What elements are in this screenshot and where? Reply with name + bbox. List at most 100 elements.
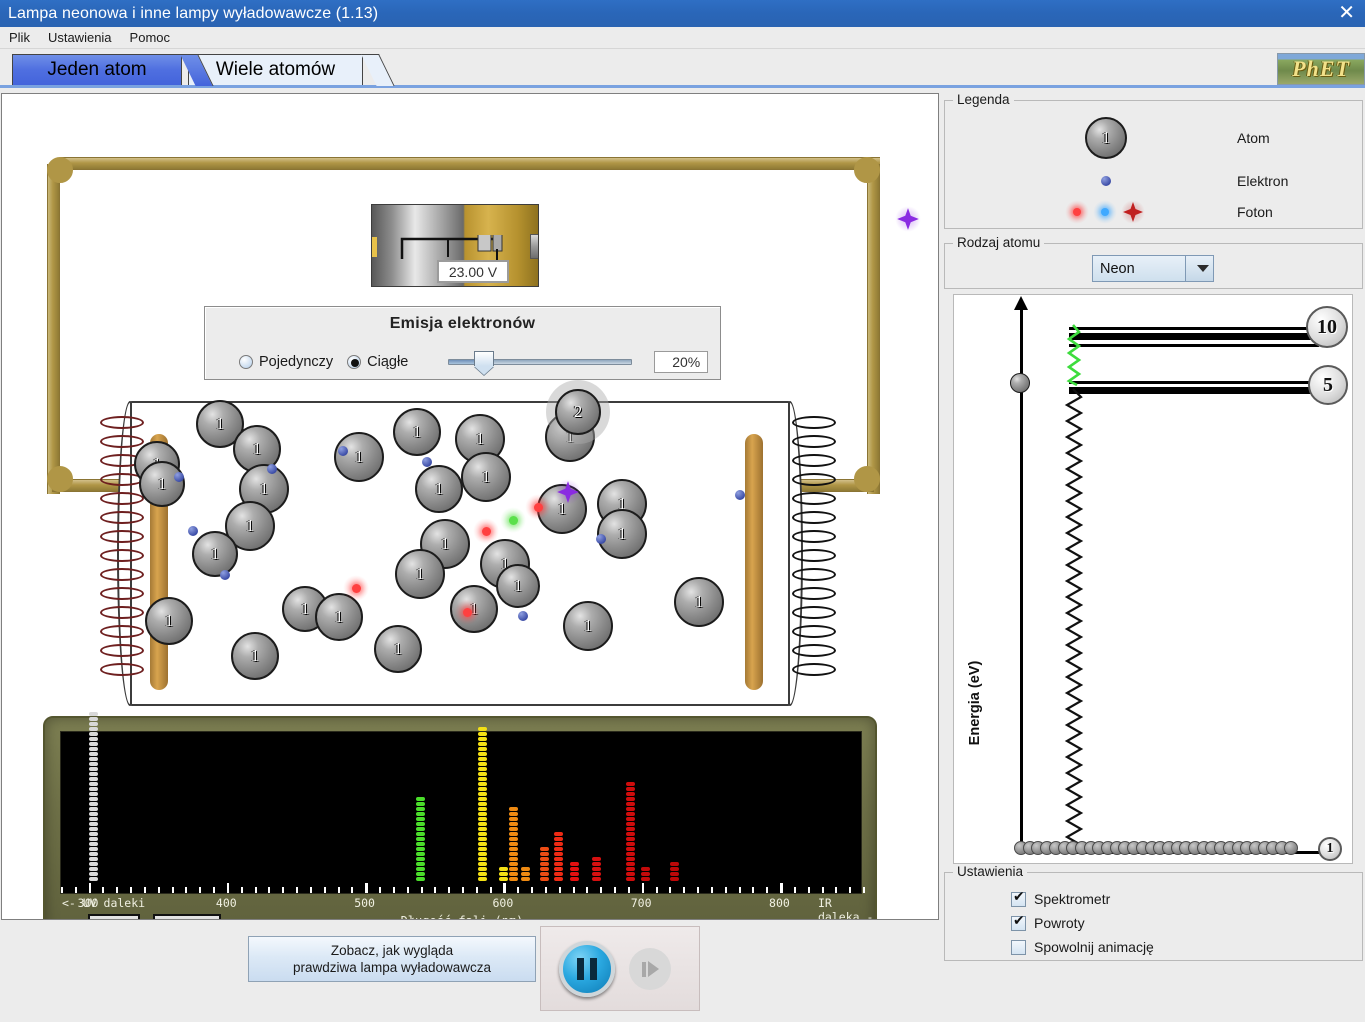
spectrometer-minor-tick (116, 887, 119, 893)
electron (174, 472, 184, 482)
spectrometer-minor-tick (434, 887, 437, 893)
chevron-down-icon[interactable] (1185, 256, 1213, 281)
atom[interactable]: 1 (597, 509, 647, 559)
spectrometer-minor-tick (766, 887, 769, 893)
spectrometer-axis-labels: <- UV daleki IR daleka -> 30040050060070… (60, 896, 880, 919)
checkbox-spowolnij-animacje[interactable] (1011, 939, 1026, 955)
step-forward-button[interactable] (629, 948, 671, 990)
close-icon[interactable]: ✕ (1338, 2, 1355, 22)
pause-button[interactable] (559, 941, 615, 997)
electron (518, 611, 528, 621)
spectrometer-minor-tick (351, 887, 354, 893)
spectrometer-minor-tick (669, 887, 672, 893)
atom[interactable]: 1 (496, 564, 540, 608)
spectrum-bar (626, 782, 636, 882)
spectrometer-tick-label: 500 (354, 896, 375, 910)
electron (735, 490, 745, 500)
atom[interactable]: 1 (415, 465, 463, 513)
spectrometer-minor-tick (517, 887, 520, 893)
atom[interactable]: 1 (374, 625, 422, 673)
electron (220, 570, 230, 580)
spectrometer-minor-tick (475, 887, 478, 893)
checkbox-spektrometr[interactable] (1011, 889, 1026, 907)
circuit-corner-bottomright (854, 466, 880, 492)
atom[interactable]: 1 (563, 601, 613, 651)
spectrometer-minor-tick (531, 887, 534, 893)
checkbox-row-spowolnij[interactable]: Spowolnij animację (1011, 939, 1154, 955)
anode-coil (792, 416, 836, 691)
spectrometer-major-tick (503, 883, 506, 893)
spectrometer-ticks (61, 883, 865, 893)
radio-single-mode[interactable] (239, 355, 253, 369)
emission-rate-value[interactable]: 20% (654, 351, 709, 373)
checkbox-powroty-label: Powroty (1034, 915, 1085, 931)
spectrometer: <- UV daleki IR daleka -> 30040050060070… (43, 712, 880, 919)
spectrometer-minor-tick (655, 887, 658, 893)
spectrometer-stop-button[interactable]: Stop (88, 914, 140, 919)
spectrometer-minor-tick (309, 887, 312, 893)
legend-row-atom: 1 Atom (1085, 117, 1270, 159)
spectrometer-minor-tick (102, 887, 105, 893)
radio-continuous-mode[interactable] (347, 355, 362, 369)
spectrometer-major-tick (780, 883, 783, 893)
atom[interactable]: 1 (461, 452, 511, 502)
atom[interactable]: 1 (145, 597, 193, 645)
phet-logo-text: PhET (1292, 56, 1350, 81)
spectrometer-minor-tick (835, 887, 838, 893)
spectrometer-minor-tick (185, 887, 188, 893)
see-real-lamp-button[interactable]: Zobacz, jak wygląda prawdziwa lampa wyła… (248, 936, 536, 982)
tab-jeden-atom[interactable]: Jeden atom (12, 54, 214, 86)
spectrometer-tick-label: 400 (215, 896, 237, 910)
tab-jeden-atom-label: Jeden atom (47, 59, 147, 80)
spectrum-bar (554, 832, 564, 882)
spectrometer-minor-tick (213, 887, 216, 893)
spectrometer-minor-tick (323, 887, 326, 893)
photon (525, 494, 551, 520)
battery-terminal-right (530, 234, 538, 259)
legend-panel: Legenda 1 Atom Elektron Foton (944, 92, 1363, 229)
ground-state-atom-markers (1014, 841, 1298, 855)
spectrometer-minor-tick (697, 887, 700, 893)
slider-thumb[interactable] (473, 351, 494, 366)
tab-skew-shape (361, 54, 395, 86)
tab-wiele-atomow[interactable]: Wiele atomów (188, 54, 395, 86)
spectrometer-minor-tick (254, 887, 257, 893)
menu-item-ustawienia[interactable]: Ustawienia (39, 28, 121, 47)
window-title: Lampa neonowa i inne lampy wyładowawcze … (8, 4, 379, 22)
spectrum-bar (591, 857, 601, 882)
atom-type-select[interactable]: Neon (1092, 255, 1214, 282)
spectrometer-minor-tick (448, 887, 451, 893)
atom[interactable]: 1 (395, 549, 445, 599)
atom-type-panel: Rodzaj atomu Neon (944, 235, 1363, 289)
spectrometer-minor-tick (420, 887, 423, 893)
checkbox-powroty[interactable] (1011, 913, 1026, 931)
spectrometer-minor-tick (157, 887, 160, 893)
spectrometer-minor-tick (558, 887, 561, 893)
spectrometer-minor-tick (849, 887, 852, 893)
spectrum-bar (569, 862, 579, 882)
radio-continuous-label: Ciągłe (367, 354, 409, 370)
spectrometer-minor-tick (627, 887, 630, 893)
checkbox-row-spektrometr[interactable]: Spektrometr (1011, 889, 1111, 907)
atom[interactable]: 1 (231, 632, 279, 680)
checkbox-spektrometr-label: Spektrometr (1034, 891, 1111, 907)
spectrometer-reset-button[interactable]: Zresetuj (153, 914, 221, 919)
menu-item-plik[interactable]: Plik (0, 28, 39, 47)
atom[interactable]: 1 (674, 577, 724, 627)
emission-panel-title: Emisja elektronów (389, 315, 536, 332)
voltage-readout[interactable]: 23.00 V (437, 260, 509, 283)
photon (895, 206, 921, 232)
phet-logo: PhET (1277, 53, 1365, 85)
checkbox-row-powroty[interactable]: Powroty (1011, 913, 1085, 931)
spectrum-bars (61, 712, 861, 893)
atom[interactable]: 1 (192, 531, 238, 577)
atom[interactable]: 1 (334, 432, 384, 482)
menu-item-pomoc[interactable]: Pomoc (121, 28, 179, 47)
spectrometer-major-tick (641, 883, 645, 893)
energy-level-diagram: Energia (eV) 10 5 1 (953, 294, 1353, 864)
settings-panel: Ustawienia Spektrometr Powroty Spowolnij… (944, 864, 1363, 961)
emission-rate-slider[interactable] (448, 351, 633, 366)
atom[interactable]: 1 (139, 461, 185, 507)
atom[interactable]: 1 (393, 408, 441, 456)
atom[interactable]: 2 (555, 389, 601, 435)
